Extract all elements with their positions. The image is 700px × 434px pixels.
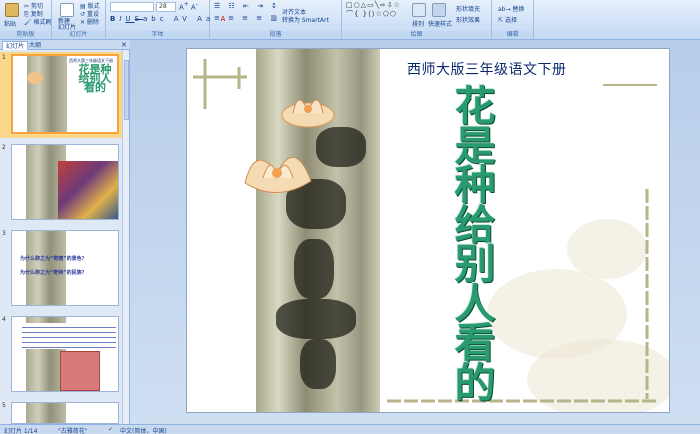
theme-name: "古雅荷花" [58,428,88,434]
thumb-strip [26,403,66,423]
slide-thumbnail-1[interactable]: 西师大版三年级语文下册 花是种给别人看的 [11,54,119,134]
current-slide[interactable]: 西师大版三年级语文下册 花 是 种 给 别 人 看 的 [186,48,670,413]
shapes-gallery[interactable]: □○△▭╲⇨⇩☆ ⌒{ }⟨⟩☆⬠⬡ [346,1,401,19]
new-slide-icon[interactable] [60,3,74,17]
thumb-photo [60,351,100,391]
language-status[interactable]: 中文(简体，中国) [120,426,167,434]
slide-thumbnail-4[interactable] [11,316,119,392]
slides-group: 新建 幻灯片 ▤ 版式 ↺ 重设 ✕ 删除 幻灯片 [52,0,106,40]
scrollbar-thumb[interactable] [124,60,129,120]
thumb-text-block [22,323,116,349]
thumb-strip [27,56,67,132]
group-label-font: 字体 [106,31,209,39]
quick-styles-button[interactable]: 快速样式 [428,19,452,28]
thumb-line: 为什么称之为“奇特”的民族？ [20,270,87,276]
lotus-flower-icon [281,99,335,128]
title-char: 花 [454,82,496,130]
smartart-button[interactable]: 转换为 SmartArt [282,15,329,24]
thumb-line: 为什么称之为“奇丽”的景色？ [20,256,87,262]
group-label-paragraph: 段落 [210,31,341,39]
slide-thumbnail-5[interactable] [11,402,119,424]
thumb-strip [26,231,66,305]
quick-styles-icon[interactable] [432,3,446,17]
title-char: 别 [454,240,496,288]
ink-blot [294,239,334,299]
thumb-number: 3 [2,230,6,237]
language-icon[interactable]: ✓ [108,426,113,433]
group-label-drawing: 绘图 [342,31,491,39]
thumb-title: 花是种给别人看的 [78,63,112,94]
pane-scrollbar[interactable] [122,50,129,424]
thumb-number: 2 [2,144,6,151]
select-button[interactable]: ⇱ 选择 [498,15,517,24]
thumbnail-pane: 幻灯片 大纲 ✕ 1 西师大版三年级语文下册 花是种给别人看的 2 3 为什么称… [0,40,130,424]
replace-button[interactable]: ab→ 替换 [498,4,524,13]
slide-title[interactable]: 花 是 种 给 别 人 看 的 [430,82,520,407]
font-name-combo[interactable] [110,2,154,12]
group-label-editing: 编辑 [492,31,533,39]
ink-blot [300,339,336,389]
ribbon: 粘贴 ✂ 剪切 ⎘ 复制 🖌 格式刷 剪贴板 新建 幻灯片 ▤ 版式 ↺ 重设 … [0,0,700,40]
close-icon[interactable]: ✕ [121,41,127,49]
thumb-number: 4 [2,316,6,323]
title-char: 的 [454,358,496,407]
clipboard-group: 粘贴 ✂ 剪切 ⎘ 复制 🖌 格式刷 剪贴板 [0,0,52,40]
slide-subtitle[interactable]: 西师大版三年级语文下册 [407,59,567,79]
thumb-number: 1 [2,54,6,61]
tab-slides[interactable]: 幻灯片 [2,41,29,50]
paste-icon[interactable] [5,3,19,17]
title-char: 看 [454,319,496,367]
format-painter-button[interactable]: 🖌 格式刷 [24,17,52,26]
new-slide-button[interactable]: 新建 幻灯片 [58,19,76,31]
slide-position: 幻灯片 1/14 [4,428,38,434]
editing-group: ab→ 替换 ⇱ 选择 编辑 [492,0,534,40]
lotus-flower-icon [244,156,312,193]
arrange-button[interactable]: 排列 [412,19,424,28]
status-bar: 幻灯片 1/14 "古雅荷花" ✓ 中文(简体，中国) [0,424,700,434]
thumb-photo [58,161,118,219]
paragraph-group: ☰ ☷ ⇤ ⇥ ↕ ≡ ≡ ≡ ≡ ▥ 对齐文本 转换为 SmartArt 段落 [210,0,342,40]
font-size-combo[interactable]: 28 [156,2,176,12]
slide-editor: 西师大版三年级语文下册 花 是 种 给 别 人 看 的 [130,40,700,424]
shape-effects-button[interactable]: 形状效果 [456,15,480,24]
title-char: 种 [454,161,496,209]
pane-tabs: 幻灯片 大纲 ✕ [0,40,130,50]
thumb-number: 5 [2,402,6,409]
group-label-slides: 幻灯片 [52,31,105,39]
grow-font-icon[interactable]: A+ A- [179,2,198,11]
delete-button[interactable]: ✕ 删除 [80,17,99,26]
lotus-icon [27,72,43,84]
slide-thumbnail-2[interactable] [11,144,119,220]
group-label-clipboard: 剪贴板 [0,31,51,39]
align-buttons[interactable]: ≡ ≡ ≡ ≡ ▥ [214,14,280,22]
list-buttons[interactable]: ☰ ☷ ⇤ ⇥ ↕ [214,2,280,10]
tab-outline[interactable]: 大纲 [26,41,44,50]
ink-blot [276,299,356,339]
ink-blot [316,127,366,167]
arrange-icon[interactable] [412,3,426,17]
slide-thumbnail-3[interactable]: 为什么称之为“奇丽”的景色？ 为什么称之为“奇特”的民族？ [11,230,119,306]
shape-fill-button[interactable]: 形状填充 [456,4,480,13]
drawing-group: □○△▭╲⇨⇩☆ ⌒{ }⟨⟩☆⬠⬡ 排列 快速样式 形状填充 形状效果 绘图 [342,0,492,40]
paste-button[interactable]: 粘贴 [4,19,16,28]
font-group: 28 A+ A- BIUSabc AV Aa A 字体 [106,0,225,40]
